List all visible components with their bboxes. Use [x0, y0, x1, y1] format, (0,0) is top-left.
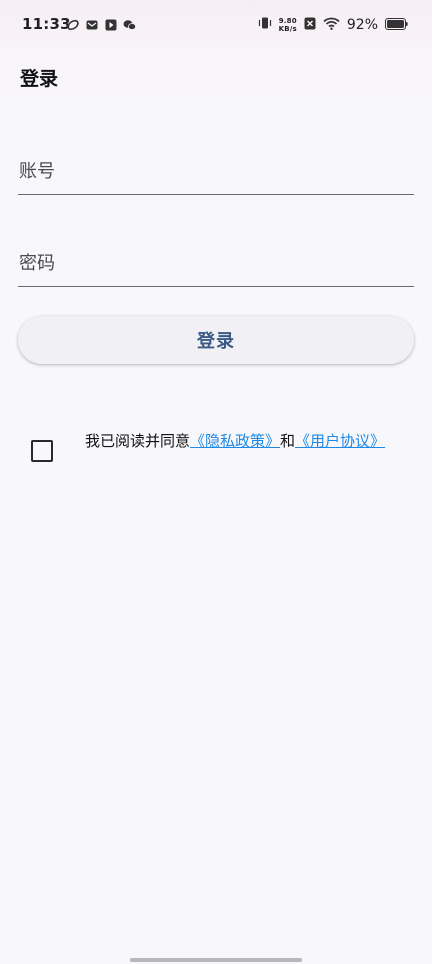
network-speed: 9.80 KB/s: [279, 17, 297, 33]
agreement-conjunction: 和: [280, 432, 296, 450]
account-field[interactable]: [18, 148, 414, 195]
battery-icon: [385, 15, 408, 34]
status-bar: 11:33 9.80 KB/s 92%: [0, 0, 432, 52]
leaf-app-icon: [66, 18, 79, 31]
status-right-icons: 9.80 KB/s 92%: [258, 15, 408, 34]
password-field[interactable]: [18, 240, 414, 287]
net-speed-unit: KB/s: [278, 24, 297, 33]
battery-percent: 92%: [346, 16, 378, 33]
user-agreement-link[interactable]: 《用户协议》: [295, 432, 385, 450]
sim-off-icon: [304, 15, 316, 34]
mail-app-icon: [85, 18, 98, 31]
agreement-prefix: 我已阅读并同意: [85, 432, 191, 450]
home-indicator[interactable]: [130, 958, 302, 962]
page-title: 登录: [20, 68, 59, 90]
status-time: 11:33: [22, 15, 71, 33]
privacy-policy-link[interactable]: 《隐私政策》: [190, 432, 280, 450]
wifi-icon: [323, 15, 340, 34]
vibrate-icon: [258, 15, 272, 34]
password-input[interactable]: [18, 240, 414, 286]
login-button[interactable]: 登录: [18, 316, 414, 364]
wechat-icon: [123, 18, 136, 31]
play-app-icon: [104, 18, 117, 31]
net-speed-value: 9.80: [278, 16, 297, 25]
account-input[interactable]: [18, 148, 414, 194]
agreement-checkbox[interactable]: [31, 440, 53, 462]
agreement-text: 我已阅读并同意《隐私政策》和《用户协议》: [85, 430, 405, 452]
notification-icons: [66, 18, 136, 31]
